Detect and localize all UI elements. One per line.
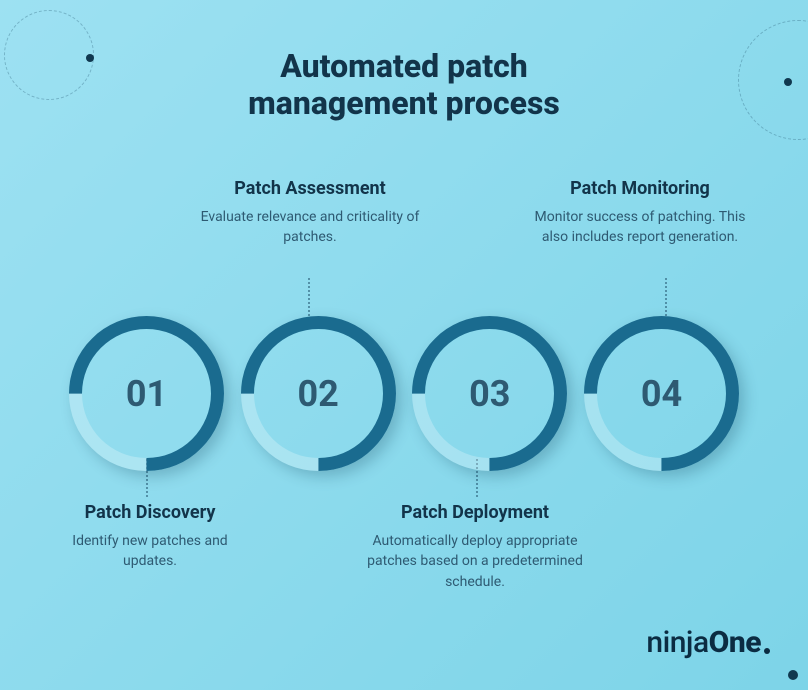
step-desc: Monitor success of patching. This also i…: [520, 207, 760, 248]
logo-part-1: ninja: [646, 625, 708, 660]
step-number: 02: [241, 316, 396, 471]
step-ring-3: 03: [412, 316, 567, 471]
brand-logo: ninjaOne: [646, 625, 770, 660]
logo-part-2: One: [709, 625, 761, 660]
ring-row: 01 02 03 04: [69, 316, 739, 466]
step-title: Patch Monitoring: [520, 178, 760, 199]
step-label-2: Patch Assessment Evaluate relevance and …: [200, 178, 420, 248]
connector: [308, 278, 310, 316]
step-number: 01: [69, 316, 224, 471]
step-title: Patch Discovery: [50, 502, 250, 523]
step-label-4: Patch Monitoring Monitor success of patc…: [520, 178, 760, 248]
step-title: Patch Deployment: [360, 502, 590, 523]
step-number: 04: [584, 316, 739, 471]
step-desc: Identify new patches and updates.: [50, 531, 250, 572]
step-label-3: Patch Deployment Automatically deploy ap…: [360, 502, 590, 592]
step-label-1: Patch Discovery Identify new patches and…: [50, 502, 250, 572]
connector: [665, 278, 667, 316]
title-line-1: Automated patch: [280, 47, 528, 85]
deco-dot: [788, 670, 798, 680]
title-line-2: management process: [248, 84, 560, 122]
step-desc: Evaluate relevance and criticality of pa…: [200, 207, 420, 248]
step-ring-1: 01: [69, 316, 224, 471]
step-ring-2: 02: [241, 316, 396, 471]
step-ring-4: 04: [584, 316, 739, 471]
step-desc: Automatically deploy appropriate patches…: [360, 531, 590, 592]
step-title: Patch Assessment: [200, 178, 420, 199]
logo-dot-icon: [764, 648, 770, 654]
diagram-title: Automated patch management process: [0, 48, 808, 122]
step-number: 03: [412, 316, 567, 471]
